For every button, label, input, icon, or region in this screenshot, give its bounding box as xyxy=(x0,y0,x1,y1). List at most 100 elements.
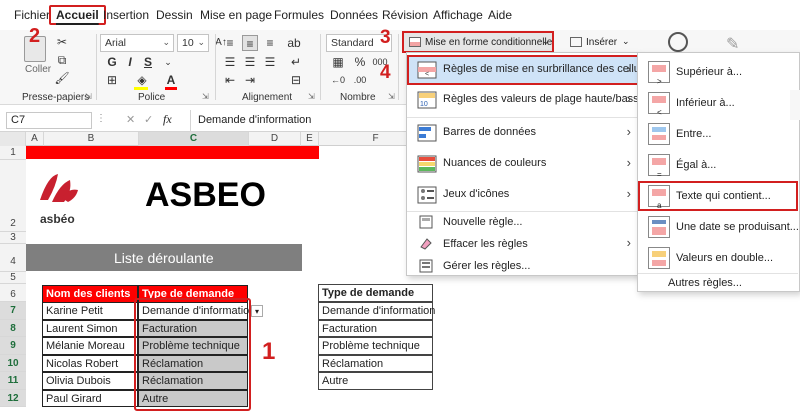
column-header-c[interactable]: C xyxy=(139,132,249,146)
decrease-decimal-icon[interactable]: .00 xyxy=(352,72,368,88)
font-color-icon[interactable]: A xyxy=(163,72,179,88)
row-header-10[interactable]: 10 xyxy=(0,354,26,372)
row-header-4[interactable]: 4 xyxy=(0,244,26,272)
menu-item-new-rule[interactable]: Nouvelle règle... xyxy=(407,211,639,233)
select-all-corner[interactable] xyxy=(0,132,26,146)
menu-item-data-bars[interactable]: Barres de données › xyxy=(407,118,639,148)
paste-label[interactable]: Coller xyxy=(25,64,51,75)
submenu-item-less-than[interactable]: < Inférieur à... xyxy=(638,88,798,118)
row-header-8[interactable]: 8 xyxy=(0,319,26,337)
menu-item-icon-sets[interactable]: Jeux d'icônes › xyxy=(407,180,639,210)
row-header-9[interactable]: 9 xyxy=(0,337,26,355)
borders-icon[interactable]: ⊞ xyxy=(104,72,120,88)
ref-table-cell[interactable]: Facturation xyxy=(318,319,433,337)
increase-decimal-icon[interactable]: ←0 xyxy=(330,72,346,88)
align-top-icon[interactable]: ≡ xyxy=(222,35,238,51)
copy-icon[interactable]: ⧉ xyxy=(54,52,70,68)
increase-indent-icon[interactable]: ⇥ xyxy=(242,72,258,88)
menu-revision[interactable]: Révision xyxy=(382,8,428,22)
orientation-icon[interactable]: ab xyxy=(286,35,302,51)
alignment-launcher-icon[interactable]: ⇲ xyxy=(308,92,315,101)
menu-formules[interactable]: Formules xyxy=(274,8,324,22)
menu-dessin[interactable]: Dessin xyxy=(156,8,193,22)
insert-function-icon[interactable]: fx xyxy=(163,112,172,127)
clipboard-launcher-icon[interactable]: ⇲ xyxy=(85,92,92,101)
row-header-2[interactable]: 2 xyxy=(0,160,26,232)
row-header-3[interactable]: 3 xyxy=(0,232,26,244)
menu-item-manage-rules[interactable]: Gérer les règles... xyxy=(407,255,639,277)
table-cell[interactable]: Laurent Simon xyxy=(42,319,138,337)
submenu-item-between[interactable]: Entre... xyxy=(638,119,798,149)
ref-table-cell[interactable]: Autre xyxy=(318,372,433,390)
merge-cells-icon[interactable]: ⊟ xyxy=(288,72,304,88)
submenu-item-label: Inférieur à... xyxy=(676,97,735,109)
decrease-indent-icon[interactable]: ⇤ xyxy=(222,72,238,88)
submenu-item-equal-to[interactable]: = Égal à... xyxy=(638,150,798,180)
column-header-e[interactable]: E xyxy=(301,132,319,146)
row-header-12[interactable]: 12 xyxy=(0,389,26,407)
table-cell[interactable]: Olivia Dubois xyxy=(42,372,138,390)
table-cell[interactable]: Karine Petit xyxy=(42,302,138,320)
table-cell[interactable]: Nicolas Robert xyxy=(42,354,138,372)
align-middle-icon[interactable]: ≡ xyxy=(242,35,258,51)
menu-donnees[interactable]: Données xyxy=(330,8,378,22)
bold-button[interactable]: G xyxy=(104,54,120,70)
cut-icon[interactable]: ✂ xyxy=(54,34,70,50)
align-bottom-icon[interactable]: ≡ xyxy=(262,35,278,51)
italic-button[interactable]: I xyxy=(122,54,138,70)
submenu-item-text-contains[interactable]: a Texte qui contient... xyxy=(638,181,798,211)
fill-color-icon[interactable]: ◈ xyxy=(134,72,150,88)
menu-aide[interactable]: Aide xyxy=(488,8,512,22)
ref-table-cell[interactable]: Demande d'information xyxy=(318,302,435,320)
highlight-rules-submenu: > Supérieur à... < Inférieur à... Entre.… xyxy=(637,52,800,292)
column-header-d[interactable]: D xyxy=(249,132,301,146)
cancel-icon[interactable]: ✕ xyxy=(126,113,135,126)
currency-icon[interactable]: ▦ xyxy=(330,54,346,70)
confirm-icon[interactable]: ✓ xyxy=(144,113,153,126)
menu-accueil[interactable]: Accueil xyxy=(56,8,99,22)
column-header-a[interactable]: A xyxy=(26,132,44,146)
number-launcher-icon[interactable]: ⇲ xyxy=(388,92,395,101)
row-header-5[interactable]: 5 xyxy=(0,272,26,284)
conditional-formatting-button[interactable]: Mise en forme conditionnelle ⌄ xyxy=(402,31,554,53)
search-icon[interactable] xyxy=(668,32,688,52)
table-cell[interactable]: Paul Girard xyxy=(42,389,138,407)
insert-cells-button[interactable]: Insérer ⌄ xyxy=(566,34,636,52)
row-header-6[interactable]: 6 xyxy=(0,284,26,302)
ref-table-cell[interactable]: Réclamation xyxy=(318,354,433,372)
menu-item-highlight-rules[interactable]: < Règles de mise en surbrillance des cel… xyxy=(407,55,654,85)
format-painter-icon[interactable]: 🖌 xyxy=(54,70,70,86)
align-right-icon[interactable]: ☰ xyxy=(262,54,278,70)
ref-table-cell[interactable]: Problème technique xyxy=(318,337,433,355)
sensitivity-icon[interactable]: ✎ xyxy=(726,34,739,54)
font-name-combo[interactable]: Arial ⌄ xyxy=(100,34,174,52)
menu-item-color-scales[interactable]: Nuances de couleurs › xyxy=(407,149,639,179)
menu-item-clear-rules[interactable]: Effacer les règles › xyxy=(407,233,639,255)
font-launcher-icon[interactable]: ⇲ xyxy=(202,92,209,101)
row-header-7[interactable]: 7 xyxy=(0,302,26,320)
align-center-icon[interactable]: ☰ xyxy=(242,54,258,70)
menu-insertion[interactable]: Insertion xyxy=(103,8,149,22)
submenu-item-duplicate-values[interactable]: Valeurs en double... xyxy=(638,243,798,273)
row-header-1[interactable]: 1 xyxy=(0,146,26,160)
percent-icon[interactable]: % xyxy=(352,54,368,70)
chevron-down-icon[interactable]: ⌄ xyxy=(160,54,176,70)
name-box[interactable]: C7 xyxy=(6,112,92,129)
menu-accueil-highlight[interactable]: Accueil xyxy=(49,5,106,25)
menu-fichier[interactable]: Fichier xyxy=(14,8,50,22)
font-size-combo[interactable]: 10 ⌄ xyxy=(177,34,209,52)
menu-affichage[interactable]: Affichage xyxy=(433,8,483,22)
formula-content[interactable]: Demande d'information xyxy=(198,114,311,126)
row-header-11[interactable]: 11 xyxy=(0,372,26,390)
submenu-item-more-rules[interactable]: Autres règles... xyxy=(668,277,742,289)
menu-item-top-bottom[interactable]: 10 Règles des valeurs de plage haute/bas… xyxy=(407,85,645,115)
submenu-item-date-occurring[interactable]: Une date se produisant... xyxy=(638,212,799,242)
align-left-icon[interactable]: ☰ xyxy=(222,54,238,70)
submenu-item-greater-than[interactable]: > Supérieur à... xyxy=(638,57,798,87)
column-header-b[interactable]: B xyxy=(44,132,139,146)
dropdown-arrow-icon[interactable]: ▾ xyxy=(251,305,263,317)
table-cell[interactable]: Mélanie Moreau xyxy=(42,337,138,355)
menu-mise-en-page[interactable]: Mise en page xyxy=(200,8,272,22)
underline-button[interactable]: S xyxy=(140,54,156,70)
wrap-text-icon[interactable]: ↵ xyxy=(288,54,304,70)
